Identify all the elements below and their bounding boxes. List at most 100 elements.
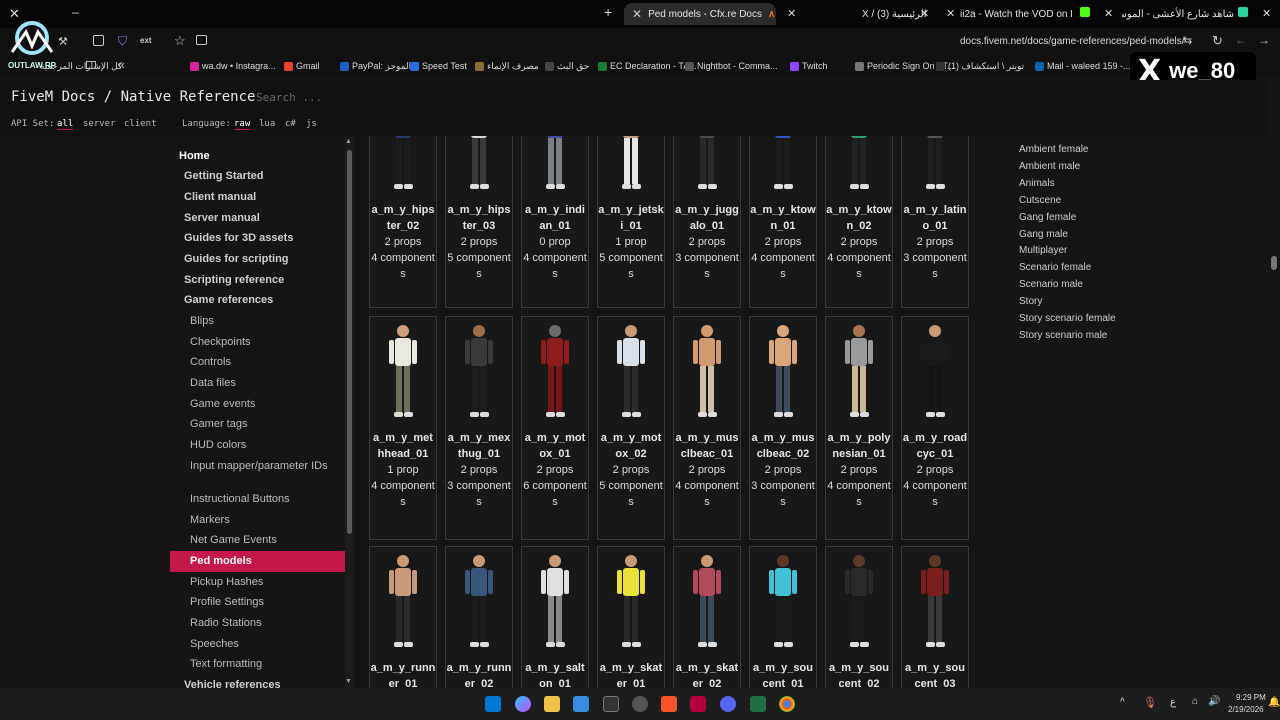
ped-card[interactable]: a_m_y_latino_01 2 props 3 components <box>901 136 969 308</box>
reload-icon[interactable]: ↻ <box>1212 33 1223 49</box>
copilot-icon[interactable] <box>515 696 531 712</box>
sidebar-item[interactable]: Vehicle references <box>170 679 345 688</box>
ped-card[interactable]: a_m_y_skater_01 <box>597 546 665 688</box>
bookmark-item[interactable]: حق البث <box>545 61 589 72</box>
api-set-server[interactable]: server <box>83 119 116 129</box>
toc-item[interactable]: Animals <box>1019 178 1055 189</box>
bookmark-item[interactable]: Nightbot - Comma... <box>685 61 778 71</box>
sidebar-item[interactable]: Markers <box>170 514 345 527</box>
translate-icon[interactable]: ⇆ <box>1183 34 1192 47</box>
api-set-all[interactable]: all <box>57 119 74 130</box>
ped-card[interactable]: a_m_y_musclbeac_02 2 props 3 components <box>749 316 817 540</box>
back-arrow-icon[interactable]: ← <box>1235 33 1247 47</box>
ped-card[interactable]: a_m_y_skater_02 <box>673 546 741 688</box>
ped-card[interactable]: a_m_y_ktown_02 2 props 4 components <box>825 136 893 308</box>
api-set-client[interactable]: client <box>124 119 157 129</box>
sidebar-item[interactable]: Controls <box>170 356 345 369</box>
sidebar-item[interactable]: Game references <box>170 294 345 307</box>
ped-card[interactable]: a_m_y_runner_02 <box>445 546 513 688</box>
chrome-icon[interactable] <box>779 696 795 712</box>
sidebar-item[interactable]: Server manual <box>170 212 345 225</box>
bookmark-item[interactable]: مصرف الإنماء <box>475 61 539 72</box>
bookmark-item[interactable]: PayPal: الموجز <box>340 61 411 72</box>
toc-item[interactable]: Story scenario male <box>1019 330 1107 341</box>
toc-item[interactable]: Gang female <box>1019 212 1076 223</box>
excel-icon[interactable] <box>750 696 766 712</box>
language-csharp[interactable]: c# <box>285 119 296 129</box>
sidebar-item[interactable]: Speeches <box>170 638 345 651</box>
notification-bell-icon[interactable]: 🔔 <box>1268 697 1280 708</box>
ped-card[interactable]: a_m_y_juggalo_01 2 props 3 components <box>673 136 741 308</box>
tab-kick-vod[interactable]: ii2a - Watch the VOD on Kick <box>960 3 1072 25</box>
ped-card[interactable]: a_m_y_salton_01 <box>521 546 589 688</box>
sidebar-item[interactable]: Guides for 3D assets <box>170 232 345 245</box>
toc-item[interactable]: Cutscene <box>1019 195 1061 206</box>
toc-item[interactable]: Gang male <box>1019 229 1068 240</box>
close-tab-icon[interactable]: ✕ <box>1104 7 1113 20</box>
double-chevron-icon[interactable]: « <box>118 58 125 72</box>
forward-arrow-icon[interactable]: → <box>1258 33 1270 47</box>
sidebar-item[interactable]: Instructional Buttons <box>170 493 345 506</box>
scroll-down-icon[interactable]: ▼ <box>345 678 352 685</box>
close-tab-icon[interactable]: ✕ <box>632 7 642 21</box>
sidebar-item[interactable]: Ped models <box>170 551 345 572</box>
bookmark-item[interactable]: تويتر \ استكشاف (1) <box>936 61 1024 72</box>
ped-card[interactable]: a_m_y_soucent_02 <box>825 546 893 688</box>
sidebar-item[interactable]: Text formatting <box>170 658 345 671</box>
page-scroll-thumb[interactable] <box>1271 256 1277 270</box>
tools-icon[interactable]: ⚒ <box>58 35 68 48</box>
minimize-tab-icon[interactable]: – <box>72 5 79 19</box>
cfx-icon[interactable] <box>690 696 706 712</box>
scroll-up-icon[interactable]: ▲ <box>345 138 352 145</box>
ped-card[interactable]: a_m_y_jetski_01 1 prop 5 components <box>597 136 665 308</box>
sidebar-item[interactable]: Profile Settings <box>170 596 345 609</box>
ped-card[interactable]: a_m_y_polynesian_01 2 props 4 components <box>825 316 893 540</box>
discord-icon[interactable] <box>720 696 736 712</box>
sidebar-item[interactable]: Net Game Events <box>170 534 345 547</box>
sidebar-item[interactable]: Radio Stations <box>170 617 345 630</box>
extensions-icon[interactable] <box>93 35 104 46</box>
toc-item[interactable]: Story <box>1019 296 1042 307</box>
network-icon[interactable]: ⌂ <box>1192 696 1198 707</box>
search-input[interactable] <box>256 87 456 107</box>
sidebar-item[interactable]: Blips <box>170 315 345 328</box>
tab-series[interactable]: شاهد شارع الأعشى - الموسم 2 | <box>1122 3 1234 25</box>
bookmark-item[interactable]: wa.dw • Instagra... <box>190 61 276 71</box>
volume-icon[interactable]: 🔊 <box>1208 696 1220 707</box>
ped-card[interactable]: a_m_y_ktown_01 2 props 4 components <box>749 136 817 308</box>
sidebar-item[interactable]: Game events <box>170 398 345 411</box>
ped-card[interactable]: a_m_y_hipster_03 2 props 5 components <box>445 136 513 308</box>
screenshot-icon[interactable] <box>196 35 207 45</box>
language-raw[interactable]: raw <box>234 119 251 130</box>
sidebar-item[interactable]: Pickup Hashes <box>170 576 345 589</box>
new-tab-icon[interactable]: + <box>604 4 612 20</box>
sidebar-item[interactable]: Checkpoints <box>170 336 345 349</box>
toc-item[interactable]: Multiplayer <box>1019 245 1067 256</box>
chevron-up-icon[interactable]: ^ <box>1120 697 1125 708</box>
ped-card[interactable]: a_m_y_roadcyc_01 2 props 4 components <box>901 316 969 540</box>
page-scrollbar[interactable] <box>1268 80 1280 688</box>
ped-card[interactable]: a_m_y_runner_01 <box>369 546 437 688</box>
site-title[interactable]: FiveM Docs / Native Reference <box>11 89 255 105</box>
toc-item[interactable]: Story scenario female <box>1019 313 1116 324</box>
ped-card[interactable]: a_m_y_musclbeac_01 2 props 4 components <box>673 316 741 540</box>
sidebar-item[interactable]: Client manual <box>170 191 345 204</box>
address-bar[interactable]: docs.fivem.net/docs/game-references/ped-… <box>960 36 1185 47</box>
sidebar-item[interactable]: Home <box>170 150 345 163</box>
store-icon[interactable] <box>573 696 589 712</box>
toc-item[interactable]: Scenario male <box>1019 279 1083 290</box>
close-tab-icon[interactable]: ✕ <box>1262 7 1271 20</box>
sidebar-item[interactable]: Scripting reference <box>170 274 345 287</box>
sidebar-item[interactable]: Input mapper/parameter IDs <box>170 460 345 473</box>
sidebar-item[interactable]: Gamer tags <box>170 418 345 431</box>
sidebar-item[interactable]: Data files <box>170 377 345 390</box>
windows-start-icon[interactable] <box>485 696 501 712</box>
sidebar-item[interactable]: Guides for scripting <box>170 253 345 266</box>
bookmark-item[interactable]: Gmail <box>284 61 320 71</box>
language-lua[interactable]: lua <box>259 119 275 129</box>
toc-item[interactable]: Ambient male <box>1019 161 1080 172</box>
tab-ped-models[interactable]: ✕ Ped models - Cfx.re Docs ∧ <box>624 3 776 25</box>
bookmark-item[interactable]: Twitch <box>790 61 828 71</box>
bookmark-item[interactable]: Speed Test <box>410 61 467 71</box>
ped-card[interactable]: a_m_y_soucent_03 <box>901 546 969 688</box>
